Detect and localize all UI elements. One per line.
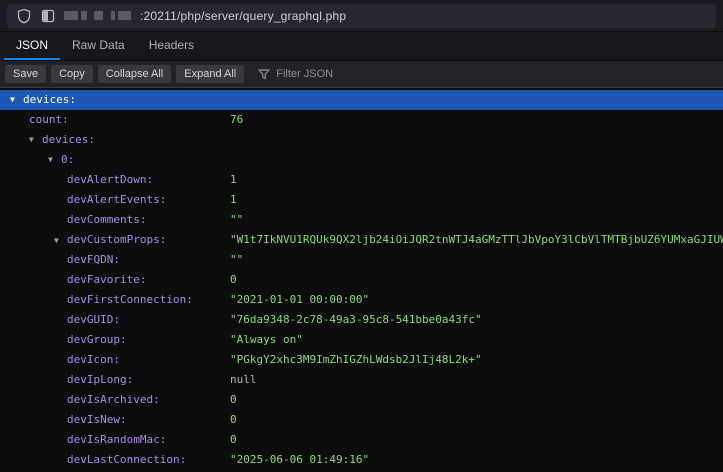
json-value: 0 [230,430,237,450]
json-value: "W1t7IkNVU1RQUk9QX2ljb24iOiJQR2tnWTJ4aGM… [230,230,723,250]
json-key: devIpLong: [67,373,133,386]
json-row-devalertevents[interactable]: devAlertEvents: 1 [0,190,723,210]
json-key: devIsNew: [67,413,127,426]
json-key: devGUID: [67,313,120,326]
json-row-devices[interactable]: ▼devices: [0,90,723,110]
json-value: 1 [230,190,237,210]
json-key: devFirstConnection: [67,293,193,306]
json-viewer-tab-bar: JSON Raw Data Headers [0,32,723,61]
json-key: devIcon: [67,353,120,366]
json-row-devisrandommac[interactable]: devIsRandomMac: 0 [0,430,723,450]
filter-json-input[interactable] [276,68,496,80]
json-key: devComments: [67,213,146,226]
json-row-devicon[interactable]: devIcon: "PGkgY2xhc3M9ImZhIGZhLWdsb2JlIj4… [0,350,723,370]
json-value: 1 [230,170,237,190]
expand-toggle-icon[interactable]: ▼ [54,231,67,250]
json-row-0[interactable]: ▼0: [0,150,723,170]
json-value: null [230,370,257,390]
json-row-devfqdn[interactable]: devFQDN: "" [0,250,723,270]
json-row-devalertdown[interactable]: devAlertDown: 1 [0,170,723,190]
json-row-deviplong[interactable]: devIpLong: null [0,370,723,390]
tab-json[interactable]: JSON [4,32,60,60]
json-tree: ▼devices:count:76▼devices:▼0:devAlertDow… [0,88,723,472]
expand-toggle-icon[interactable]: ▼ [48,150,61,170]
json-row-devgroup[interactable]: devGroup: "Always on" [0,330,723,350]
expand-toggle-icon[interactable]: ▼ [10,90,23,110]
expand-all-button[interactable]: Expand All [176,65,244,83]
json-row-devlastconnection[interactable]: devLastConnection: "2025-06-06 01:49:16" [0,450,723,470]
json-value: 76 [230,110,243,130]
json-value: 0 [230,410,237,430]
json-value: "2021-01-01 00:00:00" [230,290,369,310]
json-key: devIsRandomMac: [67,433,166,446]
json-value: 0 [230,390,237,410]
json-value: "Always on" [230,330,303,350]
json-row-devfavorite[interactable]: devFavorite: 0 [0,270,723,290]
browser-window: :20211/php/server/query_graphql.php JSON… [0,0,723,472]
permissions-page-icon[interactable] [41,9,55,23]
json-key: 0: [61,153,74,166]
json-row-count[interactable]: count: 76 [0,110,723,130]
json-key: devFQDN: [67,253,120,266]
json-value: 0 [230,270,237,290]
json-key: devFavorite: [67,273,146,286]
json-row-devcustomprops[interactable]: ▼devCustomProps: "W1t7IkNVU1RQUk9QX2ljb24… [0,230,723,250]
json-value: "" [230,250,243,270]
save-button[interactable]: Save [5,65,46,83]
json-row-devisarchived[interactable]: devIsArchived: 0 [0,390,723,410]
json-key: devGroup: [67,333,127,346]
copy-button[interactable]: Copy [51,65,93,83]
json-value: "76da9348-2c78-49a3-95c8-541bbe0a43fc" [230,310,482,330]
json-value: "2025-06-06 01:49:16" [230,450,369,470]
json-key: devLastConnection: [67,453,186,466]
json-toolbar: Save Copy Collapse All Expand All [0,61,723,88]
redacted-ip-address [64,11,131,20]
json-row-devguid[interactable]: devGUID: "76da9348-2c78-49a3-95c8-541bbe0… [0,310,723,330]
address-field[interactable]: :20211/php/server/query_graphql.php [7,4,716,28]
json-key: devAlertDown: [67,173,153,186]
json-row-devisnew[interactable]: devIsNew: 0 [0,410,723,430]
json-key: devIsArchived: [67,393,160,406]
collapse-all-button[interactable]: Collapse All [98,65,171,83]
json-row-devfirstconnection[interactable]: devFirstConnection: "2021-01-01 00:00:00" [0,290,723,310]
expand-toggle-icon[interactable]: ▼ [29,130,42,150]
tab-headers[interactable]: Headers [137,32,206,60]
filter-json-container [258,68,496,80]
url-bar: :20211/php/server/query_graphql.php [0,0,723,32]
json-value: "" [230,210,243,230]
tab-raw-data[interactable]: Raw Data [60,32,137,60]
json-key: devices: [23,93,76,106]
json-value: "PGkgY2xhc3M9ImZhIGZhLWdsb2JlIj48L2k+" [230,350,482,370]
url-text[interactable]: :20211/php/server/query_graphql.php [140,9,346,23]
json-row-devcomments[interactable]: devComments: "" [0,210,723,230]
tracking-protection-shield-icon[interactable] [16,8,32,24]
json-key: devCustomProps: [67,233,166,246]
json-key: devAlertEvents: [67,193,166,206]
filter-funnel-icon [258,69,270,80]
json-row-devices[interactable]: ▼devices: [0,130,723,150]
json-key: devices: [42,133,95,146]
json-key: count: [29,113,69,126]
